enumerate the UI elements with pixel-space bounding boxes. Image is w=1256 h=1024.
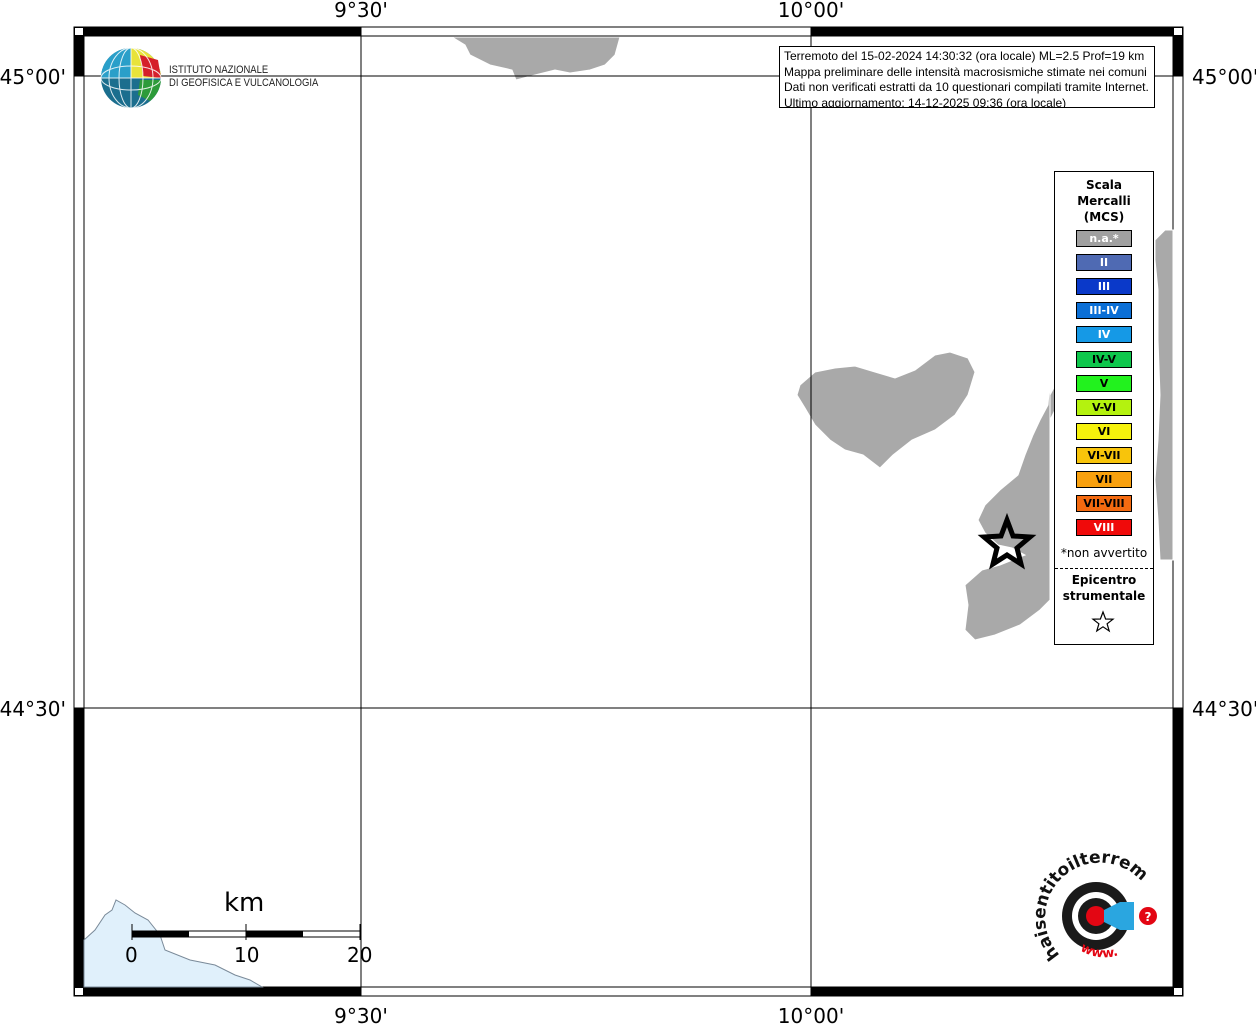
legend-title: Scala Mercalli (MCS) (1055, 177, 1153, 225)
legend-item-n-a: n.a.* (1076, 230, 1132, 247)
legend-title-line2: Mercalli (1077, 194, 1131, 208)
lat-label-left-2: 44°30' (0, 697, 66, 721)
event-info-line4: Ultimo aggiornamento: 14-12-2025 09:36 (… (784, 95, 1067, 108)
lon-label-top-1: 9°30' (334, 0, 388, 22)
legend-item-iii: III (1076, 278, 1132, 296)
legend-item-viii: VIII (1076, 519, 1132, 537)
lat-label-right-1: 45°00' (1192, 65, 1256, 89)
mcs-legend: Scala Mercalli (MCS) n.a.* II III III-IV IV I… (1054, 171, 1154, 645)
lon-label-bottom-2: 10°00' (778, 1004, 844, 1024)
ingv-line2: DI GEOFISICA E VULCANOLOGIA (169, 77, 319, 89)
ingv-globe-icon (100, 47, 162, 109)
legend-star-icon (1091, 610, 1115, 633)
legend-title-line1: Scala (1085, 178, 1123, 192)
legend-item-v-vi: V-VI (1076, 398, 1132, 416)
legend-item-ii: II (1076, 254, 1132, 272)
legend-item-iv-v: IV-V (1076, 350, 1132, 368)
ingv-logo-text: ISTITUTO NAZIONALE DI GEOFISICA E VULCAN… (169, 64, 318, 90)
scale-bar-tick-20: 20 (347, 943, 373, 967)
svg-text:?: ? (1145, 910, 1152, 924)
legend-epicenter-line2: strumentale (1062, 589, 1146, 603)
event-info-line1: Terremoto del 15-02-2024 14:30:32 (ora l… (784, 49, 1145, 63)
lat-label-right-2: 44°30' (1192, 697, 1256, 721)
legend-item-vii-viii: VII-VIII (1076, 495, 1132, 513)
legend-item-iv: IV (1076, 326, 1132, 344)
lon-label-top-2: 10°00' (778, 0, 844, 22)
legend-item-v: V (1076, 374, 1132, 392)
legend-item-vi: VI (1076, 422, 1132, 440)
legend-epicenter-label: Epicentro strumentale (1055, 572, 1153, 604)
legend-title-line3: (MCS) (1083, 210, 1125, 224)
scale-bar-unit: km (224, 888, 265, 918)
scale-bar-tick-10: 10 (234, 943, 260, 967)
legend-item-iii-iv: III-IV (1076, 302, 1132, 320)
legend-item-vi-vii: VI-VII (1076, 446, 1132, 464)
scale-bar-tick-0: 0 (125, 943, 138, 967)
legend-item-vii: VII (1076, 471, 1132, 488)
ingv-line1: ISTITUTO NAZIONALE (169, 64, 269, 76)
legend-na-note: *non avvertito (1060, 546, 1148, 560)
event-info-box: Terremoto del 15-02-2024 14:30:32 (ora l… (779, 46, 1155, 108)
lon-label-bottom-1: 9°30' (334, 1004, 388, 1024)
event-info-line3: Dati non verificati estratti da 10 quest… (784, 80, 1149, 94)
event-info-line2: Mappa preliminare delle intensità macros… (784, 64, 1147, 79)
legend-divider (1055, 568, 1153, 569)
legend-epicenter-line1: Epicentro (1071, 573, 1137, 587)
lat-label-left-1: 45°00' (0, 65, 66, 89)
